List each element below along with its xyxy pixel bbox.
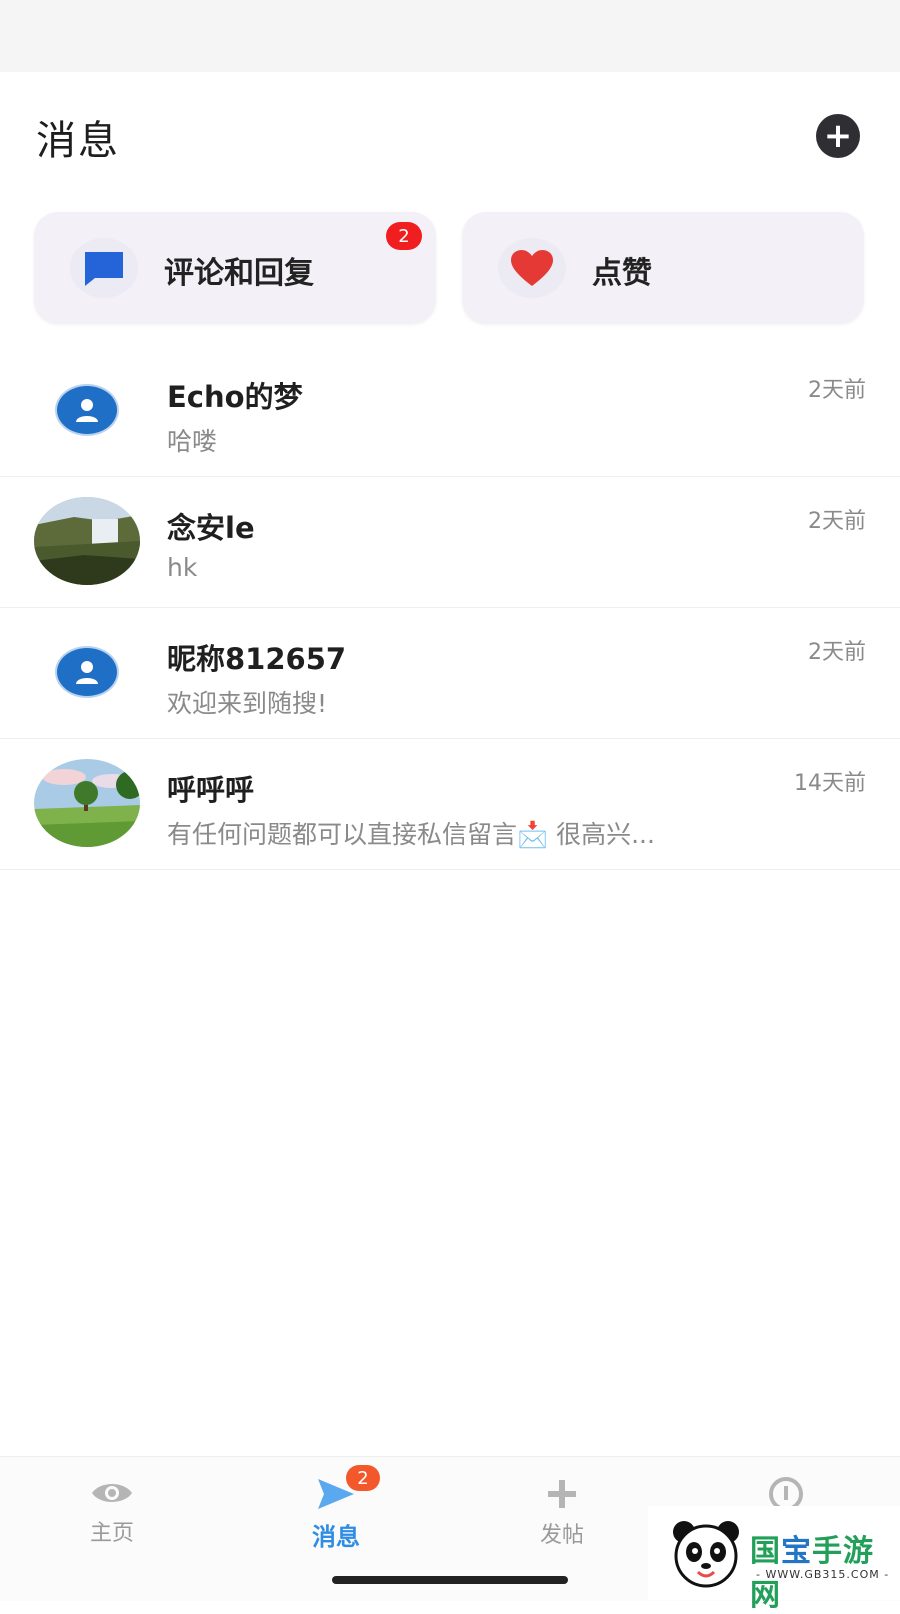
tab-messages[interactable]: 消息 2: [276, 1465, 396, 1557]
tab-home[interactable]: 主页: [52, 1477, 172, 1557]
site-watermark: 国宝手游网 - WWW.GB315.COM -: [648, 1506, 900, 1613]
conversation-list: Echo的梦 哈喽 2天前 念安le hk 2天前 昵称812657 欢迎来到随…: [0, 346, 900, 870]
user-icon: [76, 661, 98, 684]
status-bar: [0, 0, 900, 72]
conversation-time: 2天前: [808, 509, 866, 534]
likes-label: 点赞: [592, 256, 652, 291]
panda-logo-icon: [673, 1521, 739, 1588]
default-user-avatar: [34, 366, 140, 454]
conversation-message: 欢迎来到随搜!: [167, 689, 328, 718]
tab-messages-label: 消息: [312, 1523, 360, 1551]
likes-card[interactable]: 点赞: [462, 212, 864, 324]
home-indicator: [332, 1576, 568, 1584]
waterfall-photo-avatar: [34, 497, 140, 585]
conversation-row[interactable]: Echo的梦 哈喽 2天前: [0, 346, 900, 477]
conversation-message: hk: [167, 553, 198, 582]
tab-post-label: 发帖: [539, 1523, 584, 1548]
watermark-url: - WWW.GB315.COM -: [756, 1568, 890, 1581]
conversation-row[interactable]: 念安le hk 2天前: [0, 477, 900, 608]
conversation-row[interactable]: 昵称812657 欢迎来到随搜! 2天前: [0, 608, 900, 739]
conversation-message: 有任何问题都可以直接私信留言📩 很高兴...: [167, 820, 655, 849]
conversation-row[interactable]: 呼呼呼 有任何问题都可以直接私信留言📩 很高兴... 14天前: [0, 739, 900, 870]
eye-icon: [92, 1484, 132, 1502]
header: 消息 +: [0, 72, 900, 202]
default-user-avatar: [34, 628, 140, 716]
comments-replies-card[interactable]: 评论和回复 2: [34, 212, 436, 324]
user-icon: [76, 399, 98, 422]
heart-icon: [498, 238, 566, 298]
page-title: 消息: [36, 118, 120, 164]
conversation-time: 2天前: [808, 640, 866, 665]
conversation-name: 昵称812657: [167, 642, 347, 676]
comments-badge: 2: [386, 222, 422, 250]
plus-icon: +: [823, 116, 853, 156]
conversation-message: 哈喽: [167, 427, 218, 456]
add-button[interactable]: +: [816, 114, 860, 158]
plus-icon: [548, 1480, 576, 1508]
conversation-time: 2天前: [808, 378, 866, 403]
tab-home-label: 主页: [89, 1521, 134, 1546]
conversation-name: 念安le: [167, 511, 255, 545]
comment-icon: [70, 238, 138, 298]
comments-replies-label: 评论和回复: [164, 256, 314, 291]
messages-tab-badge: 2: [346, 1465, 380, 1491]
conversation-name: Echo的梦: [167, 380, 303, 414]
conversation-name: 呼呼呼: [167, 773, 255, 807]
tree-field-photo-avatar: [34, 759, 140, 847]
shortcut-cards: 评论和回复 2 点赞: [34, 212, 866, 324]
conversation-time: 14天前: [794, 771, 866, 796]
tab-post[interactable]: 发帖: [502, 1477, 622, 1557]
